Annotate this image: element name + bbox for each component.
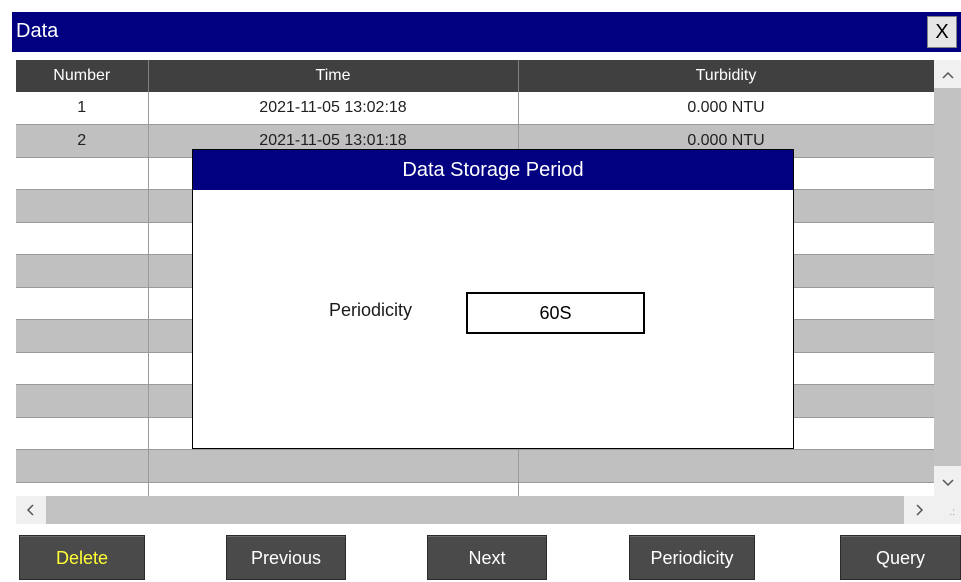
cell-time [148, 482, 519, 496]
cell-number [16, 287, 149, 320]
query-button[interactable]: Query [840, 535, 961, 580]
cell-number [16, 384, 149, 418]
column-header-time[interactable]: Time [148, 60, 519, 92]
periodicity-label: Periodicity [329, 300, 413, 320]
previous-button[interactable]: Previous [226, 535, 346, 580]
cell-number [16, 417, 149, 450]
table-row[interactable] [16, 482, 934, 496]
cell-number: 1 [16, 92, 149, 125]
column-header-number[interactable]: Number [16, 60, 149, 92]
cell-number [16, 157, 149, 190]
cell-turbidity: 0.000 NTU [518, 92, 934, 125]
scroll-right-icon[interactable] [906, 496, 934, 524]
cell-number [16, 352, 149, 385]
column-header-turbidity[interactable]: Turbidity [518, 60, 934, 92]
storage-period-dialog: Data Storage Period Periodicity 60S [192, 149, 794, 449]
periodicity-button[interactable]: Periodicity [629, 535, 755, 580]
close-button[interactable]: X [927, 16, 957, 48]
cell-turbidity [518, 449, 934, 483]
cell-number [16, 449, 149, 483]
scroll-left-icon[interactable] [16, 496, 44, 524]
window-title: Data [16, 20, 59, 42]
vertical-scrollbar[interactable] [934, 60, 961, 496]
delete-button[interactable]: Delete [19, 535, 145, 580]
cell-number [16, 189, 149, 223]
cell-number [16, 482, 149, 496]
table-row[interactable]: 1 2021-11-05 13:02:18 0.000 NTU [16, 92, 934, 125]
cell-time [148, 449, 519, 483]
cell-number [16, 254, 149, 288]
table-row[interactable] [16, 449, 934, 483]
horizontal-scroll-thumb[interactable] [46, 496, 904, 524]
cell-number: 2 [16, 124, 149, 158]
horizontal-scrollbar[interactable] [16, 496, 934, 524]
periodicity-input[interactable]: 60S [466, 292, 645, 334]
resize-grip-icon: .: [934, 496, 961, 524]
left-edge [0, 0, 12, 582]
scroll-up-icon[interactable] [934, 60, 961, 88]
next-button[interactable]: Next [427, 535, 547, 580]
data-screen: Data X Number Time Turbidity 1 2021-11-05… [0, 0, 961, 582]
scroll-down-icon[interactable] [934, 468, 961, 496]
vertical-scroll-thumb[interactable] [934, 88, 961, 466]
cell-number [16, 222, 149, 255]
table-header-row: Number Time Turbidity [16, 60, 934, 92]
cell-turbidity [518, 482, 934, 496]
dialog-title: Data Storage Period [193, 150, 793, 190]
title-bar: Data X [12, 12, 961, 52]
cell-number [16, 319, 149, 353]
cell-time: 2021-11-05 13:02:18 [148, 92, 519, 125]
